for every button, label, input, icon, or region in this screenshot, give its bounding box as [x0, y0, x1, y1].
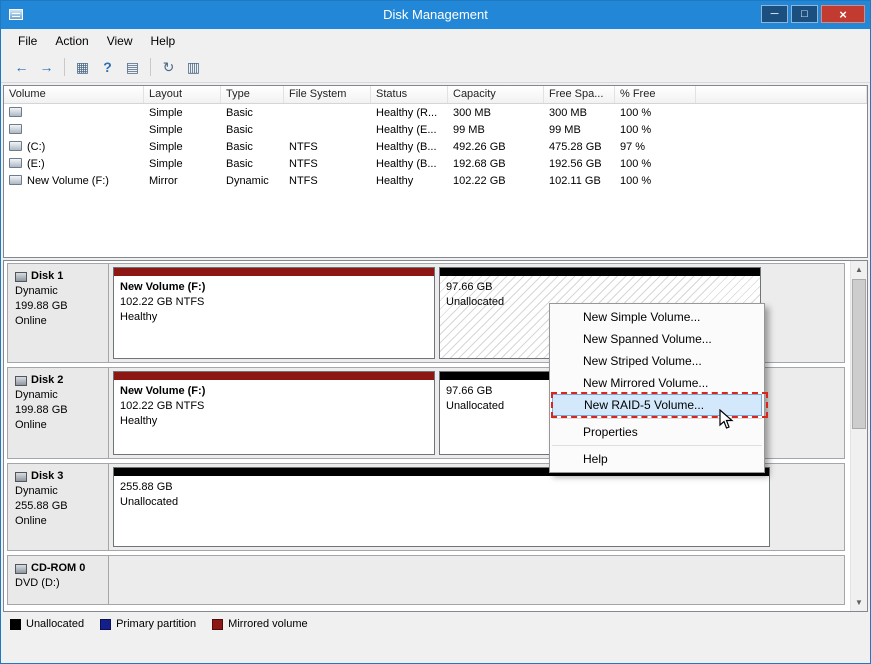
disk-name: Disk 1: [31, 270, 64, 282]
column-layout[interactable]: Layout: [144, 86, 221, 103]
disk-name: Disk 2: [31, 374, 64, 386]
unallocated-swatch: [10, 618, 21, 630]
disk-type: Dynamic: [15, 389, 58, 401]
vertical-scrollbar[interactable]: ▲ ▼: [850, 261, 867, 611]
menu-item-new-raid5-volume[interactable]: New RAID-5 Volume...: [552, 394, 762, 416]
cdrom-label[interactable]: CD-ROM 0 DVD (D:): [8, 556, 109, 604]
volume-table-header: Volume Layout Type File System Status Ca…: [4, 86, 867, 104]
window-controls: ─ □ ×: [761, 5, 865, 23]
menu-separator: [552, 418, 762, 419]
menu-item-new-mirrored-volume[interactable]: New Mirrored Volume...: [550, 372, 764, 394]
disk-3-label[interactable]: Disk 3 Dynamic 255.88 GB Online: [8, 464, 109, 550]
column-blank: [696, 86, 867, 103]
back-icon[interactable]: ←: [9, 55, 34, 79]
scrollbar-thumb[interactable]: [852, 279, 866, 429]
refresh-icon[interactable]: ↻: [156, 55, 181, 79]
disk-icon: [15, 471, 27, 482]
close-button[interactable]: ×: [821, 5, 865, 23]
disk-name: Disk 3: [31, 470, 64, 482]
unallocated-bar: [440, 268, 760, 276]
maximize-button[interactable]: □: [791, 5, 818, 23]
mirrored-volume-bar: [114, 268, 434, 276]
volume-icon: [9, 106, 22, 117]
column-volume[interactable]: Volume: [4, 86, 144, 103]
disk-icon: [15, 271, 27, 282]
table-row[interactable]: (E:) Simple Basic NTFS Healthy (B... 192…: [4, 155, 867, 172]
menu-file[interactable]: File: [9, 31, 46, 51]
context-menu: New Simple Volume... New Spanned Volume.…: [549, 303, 765, 473]
disk-status: Online: [15, 419, 47, 431]
menu-item-properties[interactable]: Properties: [550, 421, 764, 443]
column-pct-free[interactable]: % Free: [615, 86, 696, 103]
toolbar-separator: [150, 58, 151, 76]
minimize-button[interactable]: ─: [761, 5, 788, 23]
volume-list-pane: Volume Layout Type File System Status Ca…: [3, 85, 868, 258]
menu-action[interactable]: Action: [46, 31, 97, 51]
menu-item-new-spanned-volume[interactable]: New Spanned Volume...: [550, 328, 764, 350]
disk-icon: [15, 375, 27, 386]
volume-icon: [9, 140, 22, 151]
legend-bar: Unallocated Primary partition Mirrored v…: [3, 614, 868, 634]
forward-icon[interactable]: →: [34, 55, 59, 79]
menu-help[interactable]: Help: [142, 31, 185, 51]
region-new-volume-f[interactable]: New Volume (F:) 102.22 GB NTFS Healthy: [113, 267, 435, 359]
disk-management-window: Disk Management ─ □ × File Action View H…: [0, 0, 871, 664]
column-type[interactable]: Type: [221, 86, 284, 103]
legend-mirrored-volume: Mirrored volume: [212, 618, 308, 630]
table-row[interactable]: Simple Basic Healthy (R... 300 MB 300 MB…: [4, 104, 867, 121]
menu-item-new-striped-volume[interactable]: New Striped Volume...: [550, 350, 764, 372]
export-list-icon[interactable]: ▤: [120, 55, 145, 79]
disk-size: 199.88 GB: [15, 300, 68, 312]
legend-primary-partition: Primary partition: [100, 618, 196, 630]
primary-partition-swatch: [100, 618, 112, 630]
window-title: Disk Management: [383, 7, 488, 22]
scroll-up-icon[interactable]: ▲: [851, 261, 867, 278]
column-free-space[interactable]: Free Spa...: [544, 86, 615, 103]
disk-2-label[interactable]: Disk 2 Dynamic 199.88 GB Online: [8, 368, 109, 458]
cdrom-area: [109, 556, 844, 604]
table-row[interactable]: Simple Basic Healthy (E... 99 MB 99 MB 1…: [4, 121, 867, 138]
disk-status: Online: [15, 315, 47, 327]
scroll-down-icon[interactable]: ▼: [851, 594, 867, 611]
disk-size: 199.88 GB: [15, 404, 68, 416]
menu-view[interactable]: View: [98, 31, 142, 51]
title-bar: Disk Management ─ □ ×: [1, 1, 870, 29]
toolbar-separator: [64, 58, 65, 76]
volume-icon: [9, 174, 22, 185]
disk-type: DVD (D:): [15, 577, 60, 589]
column-status[interactable]: Status: [371, 86, 448, 103]
volume-icon: [9, 157, 22, 168]
column-file-system[interactable]: File System: [284, 86, 371, 103]
disk-status: Online: [15, 515, 47, 527]
disk-name: CD-ROM 0: [31, 562, 86, 574]
region-new-volume-f[interactable]: New Volume (F:) 102.22 GB NTFS Healthy: [113, 371, 435, 455]
mirrored-volume-swatch: [212, 618, 224, 630]
disk-row-cdrom: CD-ROM 0 DVD (D:): [7, 555, 845, 605]
disk-row-3: Disk 3 Dynamic 255.88 GB Online 255.88 G…: [7, 463, 845, 551]
cdrom-icon: [15, 563, 27, 574]
disk-size: 255.88 GB: [15, 500, 68, 512]
rescan-disks-icon[interactable]: ▥: [181, 55, 206, 79]
help-icon[interactable]: ?: [95, 55, 120, 79]
legend-unallocated: Unallocated: [10, 618, 84, 630]
table-row[interactable]: (C:) Simple Basic NTFS Healthy (B... 492…: [4, 138, 867, 155]
column-capacity[interactable]: Capacity: [448, 86, 544, 103]
disk-1-label[interactable]: Disk 1 Dynamic 199.88 GB Online: [8, 264, 109, 362]
disk-type: Dynamic: [15, 285, 58, 297]
table-row[interactable]: New Volume (F:) Mirror Dynamic NTFS Heal…: [4, 172, 867, 189]
menu-item-help[interactable]: Help: [550, 448, 764, 470]
region-unallocated[interactable]: 255.88 GB Unallocated: [113, 467, 770, 547]
menu-item-new-simple-volume[interactable]: New Simple Volume...: [550, 306, 764, 328]
menu-separator: [552, 445, 762, 446]
disk-type: Dynamic: [15, 485, 58, 497]
toolbar: ← → ▦ ? ▤ ↻ ▥: [1, 52, 870, 83]
menu-bar: File Action View Help: [1, 29, 870, 52]
console-tree-icon[interactable]: ▦: [70, 55, 95, 79]
volume-icon: [9, 123, 22, 134]
disk-3-area: 255.88 GB Unallocated: [109, 464, 844, 550]
mirrored-volume-bar: [114, 372, 434, 380]
